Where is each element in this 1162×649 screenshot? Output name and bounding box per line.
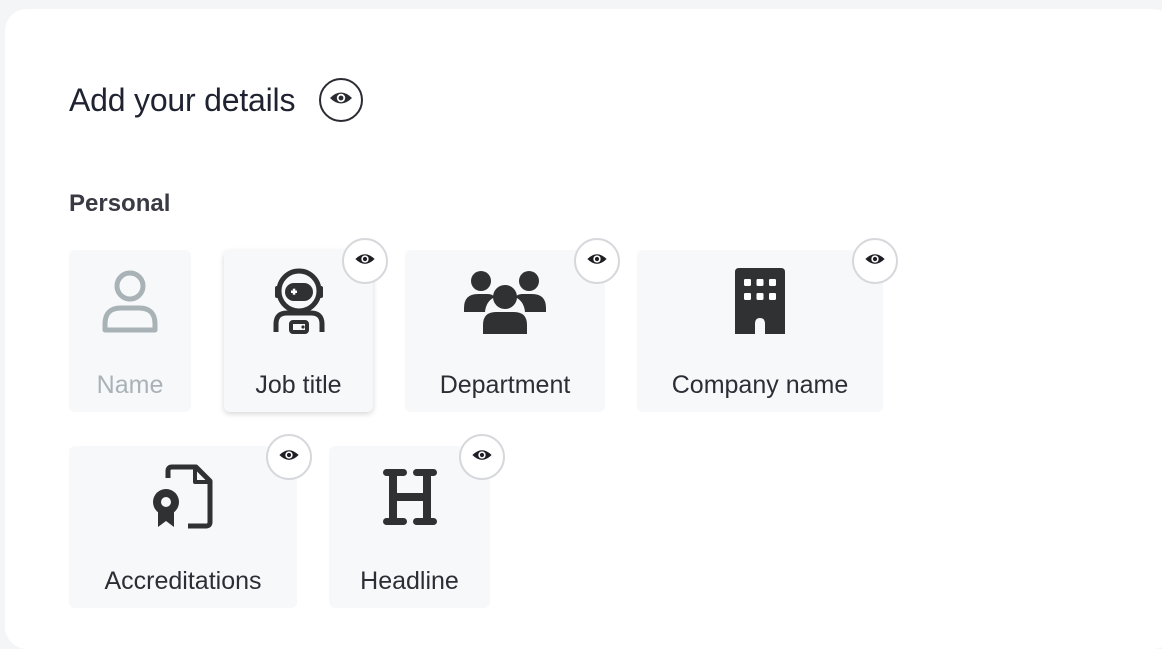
certificate-file-icon: [69, 464, 297, 530]
eye-icon: [586, 252, 608, 271]
page-title: Add your details: [69, 81, 296, 118]
tile-accreditations[interactable]: Accreditations: [69, 446, 297, 608]
tile-visibility-toggle[interactable]: [266, 434, 312, 480]
tile-visibility-toggle[interactable]: [574, 238, 620, 284]
tile-label: Name: [96, 371, 164, 399]
section-label-personal: Personal: [69, 190, 171, 217]
eye-icon: [278, 448, 300, 467]
tile-label: Job title: [255, 371, 342, 399]
tile-label: Headline: [360, 567, 459, 595]
tile-label: Accreditations: [104, 567, 262, 595]
users-group-icon: [405, 268, 605, 334]
tile-label: Company name: [671, 371, 849, 399]
tile-department[interactable]: Department: [405, 250, 605, 412]
eye-icon: [329, 90, 353, 111]
tile-visibility-toggle[interactable]: [852, 238, 898, 284]
details-header: Add your details: [69, 78, 364, 122]
eye-icon: [864, 252, 886, 271]
tile-name[interactable]: Name: [69, 250, 191, 412]
user-icon: [69, 268, 191, 334]
tile-label: Department: [439, 371, 571, 399]
eye-icon: [354, 252, 376, 271]
tile-visibility-toggle[interactable]: [342, 238, 388, 284]
visibility-toggle-button[interactable]: [319, 78, 364, 122]
tile-company-name[interactable]: Company name: [637, 250, 883, 412]
tile-visibility-toggle[interactable]: [459, 434, 505, 480]
building-icon: [637, 268, 883, 334]
eye-icon: [471, 448, 493, 467]
